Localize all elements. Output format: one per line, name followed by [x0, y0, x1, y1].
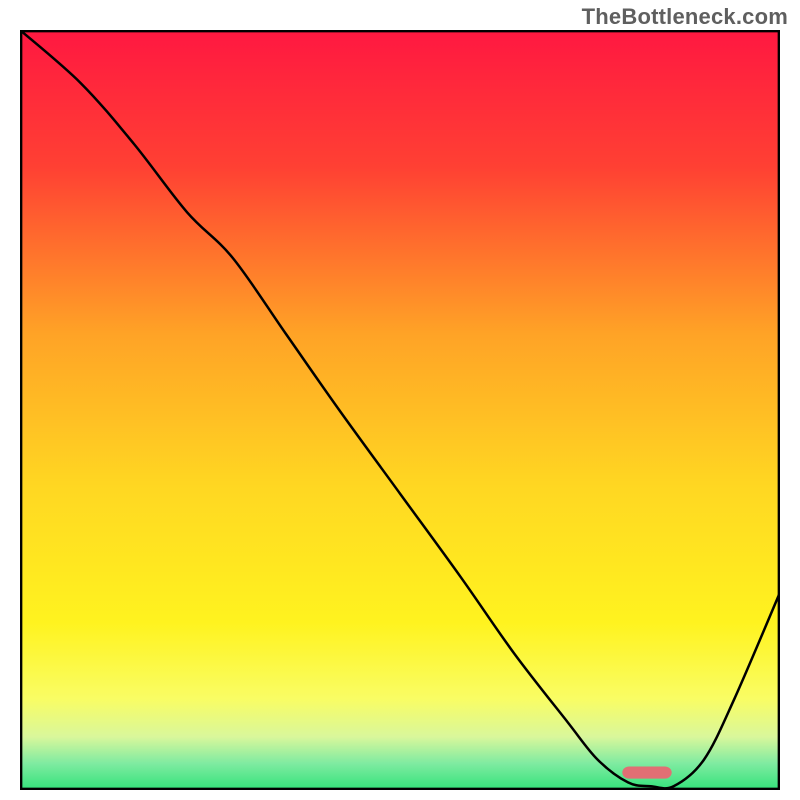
chart-svg	[20, 30, 780, 790]
chart-plot-area	[20, 30, 780, 790]
chart-marker	[622, 766, 671, 778]
watermark-text: TheBottleneck.com	[582, 4, 788, 30]
